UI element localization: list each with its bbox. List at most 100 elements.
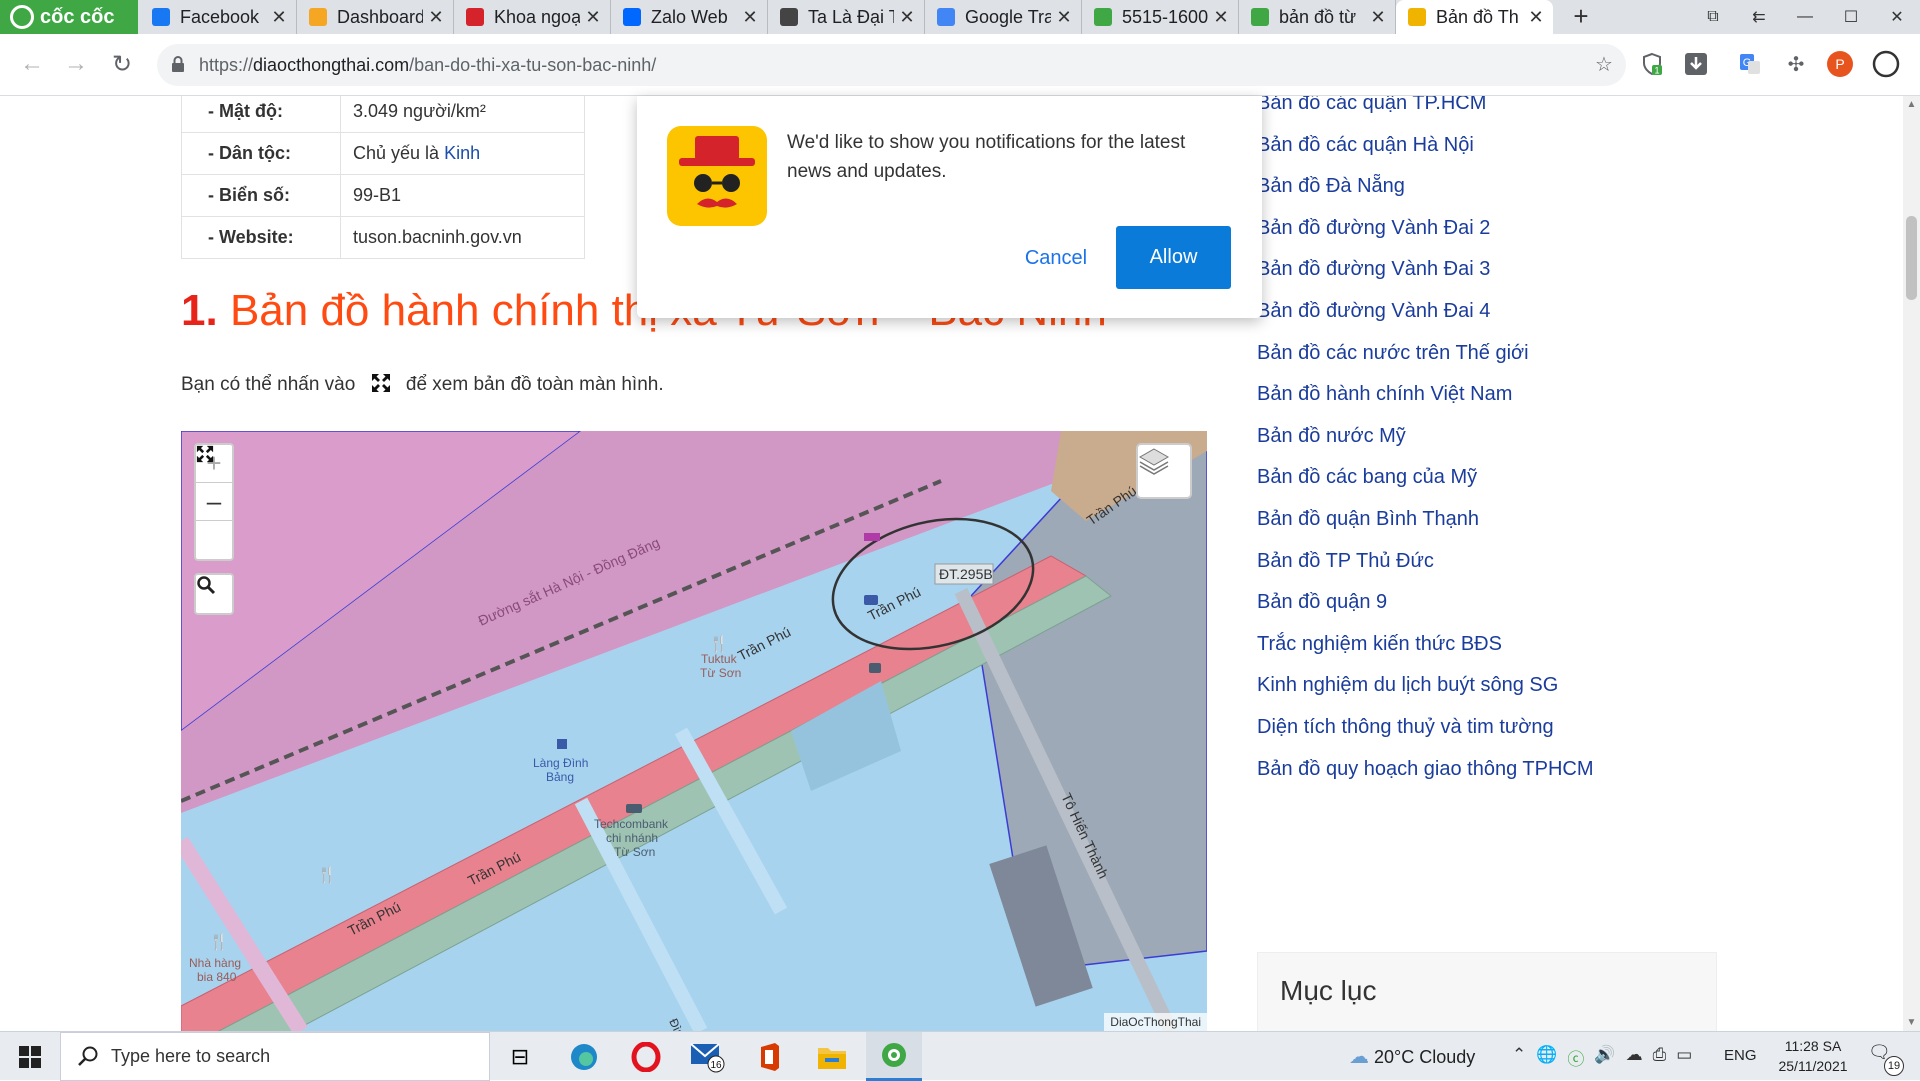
opera-icon[interactable]: [618, 1032, 674, 1081]
sidebar-link[interactable]: Bản đồ quận Bình Thạnh: [1257, 508, 1594, 550]
sidebar-link[interactable]: Bản đồ các quận Hà Nội: [1257, 134, 1594, 176]
minimize-button[interactable]: —: [1782, 0, 1828, 34]
menu-icon[interactable]: [1872, 50, 1900, 78]
network-globe-icon[interactable]: 🌐: [1536, 1045, 1557, 1070]
scroll-up-arrow[interactable]: ▲: [1903, 96, 1920, 113]
restaurant-icon: 🍴: [209, 932, 229, 951]
cloud-sync-icon[interactable]: ☁: [1626, 1045, 1643, 1070]
poi-techcombank-1: Techcombank: [594, 817, 669, 831]
sidebar-link[interactable]: Bản đồ Đà Nẵng: [1257, 175, 1594, 217]
sidebar-link[interactable]: Bản đồ đường Vành Đai 4: [1257, 300, 1594, 342]
sidebar-link[interactable]: Bản đồ TP Thủ Đức: [1257, 550, 1594, 592]
map-attribution[interactable]: DiaOcThongThai: [1104, 1013, 1207, 1031]
tab[interactable]: Google Tra ✕: [925, 0, 1082, 34]
map-search-button[interactable]: [196, 575, 232, 613]
notification-count-badge: 19: [1884, 1056, 1904, 1076]
system-clock[interactable]: 11:28 SA 25/11/2021: [1768, 1036, 1858, 1076]
language-indicator[interactable]: ENG: [1724, 1047, 1757, 1064]
tab[interactable]: Zalo Web ✕: [611, 0, 768, 34]
profile-avatar[interactable]: P: [1826, 50, 1854, 78]
sidebar-link[interactable]: Bản đồ đường Vành Đai 2: [1257, 217, 1594, 259]
show-hidden-icons-chevron-icon[interactable]: ⌃: [1512, 1045, 1526, 1070]
task-view-icon[interactable]: ⊟: [492, 1032, 548, 1081]
sidebar-link[interactable]: Bản đồ quy hoạch giao thông TPHCM: [1257, 758, 1594, 800]
fullscreen-button[interactable]: [196, 445, 232, 559]
tab[interactable]: Ta Là Đại T ✕: [768, 0, 925, 34]
speaker-icon[interactable]: 🔊: [1594, 1045, 1615, 1070]
tab-close-icon[interactable]: ✕: [1527, 7, 1545, 28]
coccoc-taskbar-icon[interactable]: [866, 1032, 922, 1081]
sidebar-link[interactable]: Bản đồ nước Mỹ: [1257, 425, 1594, 467]
tab-close-icon[interactable]: ✕: [1055, 7, 1073, 28]
allow-button[interactable]: Allow: [1116, 226, 1231, 289]
tab-close-icon[interactable]: ✕: [898, 7, 916, 28]
forward-button[interactable]: →: [60, 48, 92, 80]
bookmark-star-icon[interactable]: ☆: [1590, 50, 1618, 78]
action-center-button[interactable]: 🗨 19: [1868, 1042, 1908, 1076]
display-icon[interactable]: ⎙: [1653, 1045, 1667, 1070]
address-bar[interactable]: https://diaocthongthai.com/ban-do-thi-xa…: [157, 44, 1626, 86]
extension-shield-icon[interactable]: 1: [1638, 50, 1666, 78]
layers-button[interactable]: [1138, 445, 1190, 497]
reload-button[interactable]: ↻: [106, 48, 138, 80]
start-button[interactable]: [0, 1032, 60, 1081]
tab[interactable]: 5515-1600 ✕: [1082, 0, 1239, 34]
cancel-button[interactable]: Cancel: [991, 226, 1121, 290]
tab[interactable]: Dashboard ✕: [297, 0, 454, 34]
weather-widget[interactable]: ☁ 20°C Cloudy: [1349, 1044, 1475, 1069]
map-view[interactable]: Đường sắt Hà Nội - Đồng Đăng Trần Phú Tr…: [181, 431, 1207, 1031]
sidebar-link[interactable]: Trắc nghiệm kiến thức BĐS: [1257, 633, 1594, 675]
tab[interactable]: Bản đồ Th ✕: [1396, 0, 1553, 34]
clock-time: 11:28 SA: [1784, 1038, 1842, 1054]
tab-close-icon[interactable]: ✕: [1212, 7, 1230, 28]
tab[interactable]: Facebook ✕: [140, 0, 297, 34]
tab-favicon-icon: [309, 8, 327, 26]
extensions-puzzle-icon[interactable]: ✣: [1782, 50, 1810, 78]
ethnicity-link[interactable]: Kinh: [444, 143, 480, 163]
zoom-out-button[interactable]: –: [196, 483, 232, 521]
sidebar-link[interactable]: Bản đồ các quận TP.HCM: [1257, 96, 1594, 134]
close-window-button[interactable]: ✕: [1874, 0, 1920, 34]
sidebar-link[interactable]: Bản đồ quận 9: [1257, 591, 1594, 633]
tab-close-icon[interactable]: ✕: [270, 7, 288, 28]
tab-close-icon[interactable]: ✕: [741, 7, 759, 28]
tab-close-icon[interactable]: ✕: [1369, 7, 1387, 28]
tab-favicon-icon: [937, 8, 955, 26]
map-canvas[interactable]: Đường sắt Hà Nội - Đồng Đăng Trần Phú Tr…: [181, 431, 1207, 1031]
scrollbar-thumb[interactable]: [1906, 216, 1917, 300]
translate-icon[interactable]: G: [1736, 50, 1764, 78]
tab-title: Google Tra: [965, 6, 1051, 27]
office-icon[interactable]: [742, 1032, 798, 1081]
page-scrollbar[interactable]: ▲ ▼: [1903, 96, 1920, 1031]
taskbar-search-box[interactable]: Type here to search: [60, 1032, 490, 1081]
scroll-down-arrow[interactable]: ▼: [1903, 1014, 1920, 1031]
maximize-button[interactable]: ☐: [1828, 0, 1874, 34]
edge-icon[interactable]: [556, 1032, 612, 1081]
browser-brand-logo[interactable]: cốc cốc: [0, 0, 138, 34]
sidebar-link[interactable]: Bản đồ các nước trên Thế giới: [1257, 342, 1594, 384]
download-icon[interactable]: [1682, 50, 1710, 78]
battery-icon[interactable]: ▭: [1676, 1045, 1692, 1070]
tab-close-icon[interactable]: ✕: [584, 7, 602, 28]
new-tab-button[interactable]: +: [1568, 3, 1594, 30]
sidebar-link[interactable]: Bản đồ các bang của Mỹ: [1257, 466, 1594, 508]
tab[interactable]: bản đồ từ ✕: [1239, 0, 1396, 34]
info-value: 99-B1: [340, 174, 585, 217]
weather-text: 20°C Cloudy: [1374, 1047, 1476, 1067]
system-tray: ⌃ 🌐 ⓒ 🔊 ☁ ⎙ ▭: [1512, 1045, 1692, 1070]
sidebar-link[interactable]: Bản đồ hành chính Việt Nam: [1257, 383, 1594, 425]
tab-title: Zalo Web: [651, 6, 728, 27]
tab-search-icon[interactable]: ⧉: [1690, 0, 1736, 34]
sidebar-link[interactable]: Diện tích thông thuỷ và tim tường: [1257, 716, 1594, 758]
back-button[interactable]: ←: [16, 48, 48, 80]
tab-favicon-icon: [780, 8, 798, 26]
tab[interactable]: Khoa ngoại ✕: [454, 0, 611, 34]
onedrive-icon[interactable]: ⓒ: [1567, 1045, 1584, 1070]
tab-close-icon[interactable]: ✕: [427, 7, 445, 28]
sidebar-link[interactable]: Kinh nghiệm du lịch buýt sông SG: [1257, 674, 1594, 716]
sidebar-link[interactable]: Bản đồ đường Vành Đai 3: [1257, 258, 1594, 300]
zoom-control: + –: [194, 443, 234, 561]
back-history-icon[interactable]: ⇇: [1736, 0, 1782, 34]
mail-icon[interactable]: 16: [680, 1032, 736, 1081]
file-explorer-icon[interactable]: [804, 1032, 860, 1081]
